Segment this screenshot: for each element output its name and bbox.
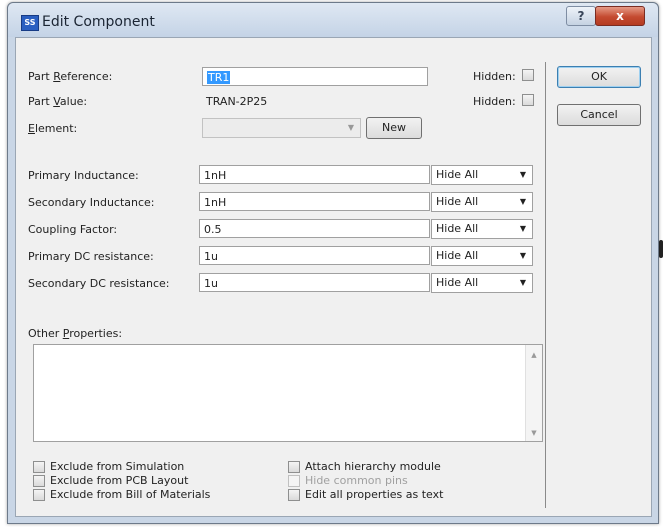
part-reference-label-post: eference: [60,70,113,83]
primary-inductance-visibility-select[interactable]: Hide All ▼ [431,165,533,185]
hide-common-pins-label: Hide common pins [305,474,408,487]
part-value-label: Part Value: [28,95,87,108]
primary-dc-resistance-input[interactable]: 1u [199,246,430,265]
part-value-label-pre: Part [28,95,54,108]
dialog-body: Part Reference: TR1 Hidden: Part Value: … [15,37,652,517]
scroll-down-icon[interactable]: ▼ [526,429,542,437]
edit-as-text-checkbox[interactable] [288,489,300,501]
exclude-bom-checkbox[interactable] [33,489,45,501]
primary-inductance-label: Primary Inductance: [28,169,139,182]
secondary-inductance-visibility-value: Hide All [436,195,479,208]
part-reference-hidden-label: Hidden: [473,70,516,83]
close-button[interactable]: x [595,6,645,26]
secondary-inductance-input[interactable]: 1nH [199,192,430,211]
coupling-factor-visibility-value: Hide All [436,222,479,235]
window-title: Edit Component [42,14,155,30]
chevron-down-icon: ▼ [519,278,526,287]
scroll-up-icon[interactable]: ▲ [526,351,542,359]
part-reference-hidden-checkbox[interactable] [522,69,534,81]
title-bar[interactable]: SS Edit Component ? x [8,3,658,37]
primary-dc-resistance-label: Primary DC resistance: [28,250,154,263]
chevron-down-icon: ▼ [519,224,526,233]
secondary-dc-resistance-input[interactable]: 1u [199,273,430,292]
part-reference-value: TR1 [207,71,231,84]
part-value-label-post: alue: [59,95,88,108]
primary-inductance-input[interactable]: 1nH [199,165,430,184]
chevron-down-icon: ▼ [519,251,526,260]
primary-inductance-visibility-value: Hide All [436,168,479,181]
other-properties-scrollbar[interactable]: ▲ ▼ [525,345,542,441]
primary-dc-resistance-visibility-value: Hide All [436,249,479,262]
part-value-label-hotkey: V [53,95,60,108]
part-value-hidden-checkbox[interactable] [522,94,534,106]
secondary-dc-resistance-visibility-value: Hide All [436,276,479,289]
secondary-dc-resistance-label: Secondary DC resistance: [28,277,170,290]
edit-component-dialog: SS Edit Component ? x Part Reference: TR… [7,2,659,524]
element-label: Element: [28,122,77,135]
exclude-pcb-label: Exclude from PCB Layout [50,474,189,487]
vertical-divider [545,62,546,508]
exclude-simulation-label: Exclude from Simulation [50,460,185,473]
part-reference-label-pre: Part [28,70,54,83]
part-reference-input[interactable]: TR1 [202,67,428,86]
new-element-button[interactable]: New [366,117,422,139]
chevron-down-icon: ▼ [519,170,526,179]
secondary-inductance-label: Secondary Inductance: [28,196,155,209]
chevron-down-icon: ▼ [519,197,526,206]
element-label-post: lement: [34,122,78,135]
attach-hierarchy-checkbox[interactable] [288,461,300,473]
coupling-factor-label: Coupling Factor: [28,223,118,236]
app-icon: SS [21,15,39,31]
other-properties-label-post: roperties: [69,327,123,340]
exclude-bom-label: Exclude from Bill of Materials [50,488,211,501]
background-edge-mark [659,240,663,258]
part-reference-label: Part Reference: [28,70,112,83]
chevron-down-icon: ▼ [347,123,354,132]
coupling-factor-input[interactable]: 0.5 [199,219,430,238]
other-properties-label-pre: Other [28,327,63,340]
element-combo[interactable]: ▼ [202,118,361,138]
hide-common-pins-checkbox[interactable] [288,475,300,487]
exclude-pcb-checkbox[interactable] [33,475,45,487]
other-properties-textarea[interactable]: ▲ ▼ [33,344,543,442]
exclude-simulation-checkbox[interactable] [33,461,45,473]
attach-hierarchy-label: Attach hierarchy module [305,460,441,473]
part-value-text: TRAN-2P25 [206,95,268,108]
edit-as-text-label: Edit all properties as text [305,488,444,501]
coupling-factor-visibility-select[interactable]: Hide All ▼ [431,219,533,239]
ok-button[interactable]: OK [557,66,641,88]
cancel-button[interactable]: Cancel [557,104,641,126]
primary-dc-resistance-visibility-select[interactable]: Hide All ▼ [431,246,533,266]
help-button[interactable]: ? [566,6,596,26]
secondary-inductance-visibility-select[interactable]: Hide All ▼ [431,192,533,212]
element-label-hotkey: E [28,122,35,135]
other-properties-label: Other Properties: [28,327,122,340]
part-value-hidden-label: Hidden: [473,95,516,108]
secondary-dc-resistance-visibility-select[interactable]: Hide All ▼ [431,273,533,293]
